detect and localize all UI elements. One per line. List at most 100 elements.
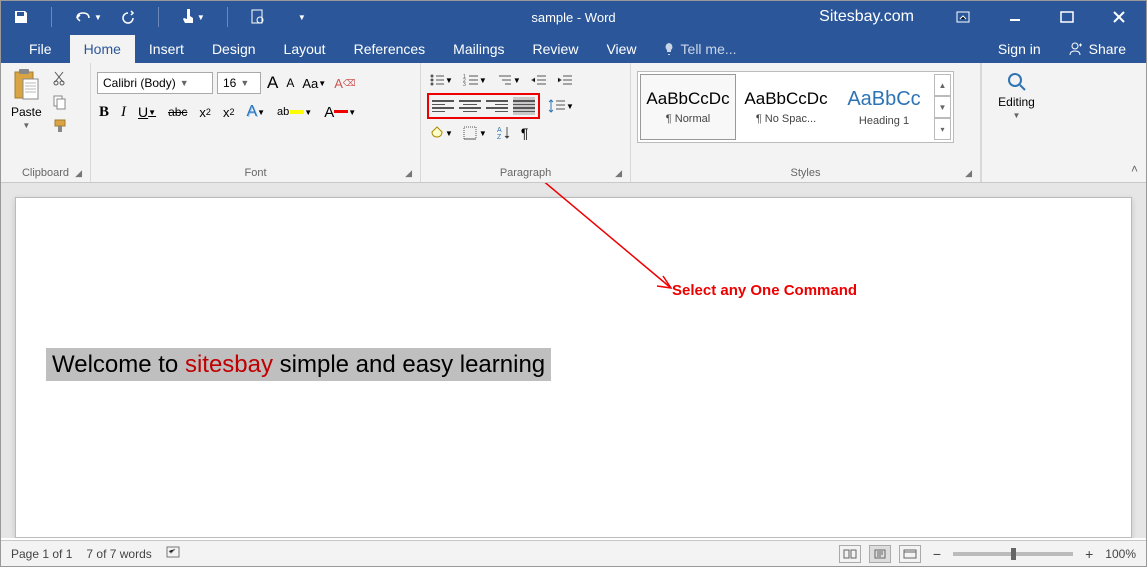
zoom-out-button[interactable]: − <box>929 546 945 562</box>
shading-button[interactable]: ▼ <box>427 124 455 142</box>
read-mode-icon[interactable] <box>839 545 861 563</box>
tab-review[interactable]: Review <box>519 35 593 63</box>
group-font: Calibri (Body)▼ 16▼ A A Aa▼ A⌫ B I U▼ ab… <box>91 63 421 182</box>
print-layout-icon[interactable] <box>869 545 891 563</box>
align-justify-button[interactable] <box>513 97 535 115</box>
font-label: Font◢ <box>97 165 414 182</box>
collapse-ribbon-icon[interactable]: ˄ <box>1131 162 1138 176</box>
styles-down-icon[interactable]: ▼ <box>935 96 951 118</box>
font-name-combo[interactable]: Calibri (Body)▼ <box>97 72 213 94</box>
zoom-thumb[interactable] <box>1011 548 1016 560</box>
line-spacing-button[interactable]: ▼ <box>546 96 576 116</box>
share-button[interactable]: Share <box>1057 35 1136 63</box>
close-icon[interactable] <box>1102 3 1136 31</box>
tab-home[interactable]: Home <box>70 35 135 63</box>
paragraph-launcher-icon[interactable]: ◢ <box>615 168 622 179</box>
proofing-icon[interactable] <box>166 545 182 562</box>
italic-button[interactable]: I <box>119 102 128 123</box>
highlight-button[interactable]: ab▼ <box>275 104 314 120</box>
increase-indent-button[interactable] <box>555 71 575 89</box>
title-right: Sitesbay.com <box>819 3 1146 31</box>
tab-file[interactable]: File <box>15 35 70 63</box>
touch-mode-icon[interactable]: ▼ <box>181 9 205 25</box>
text-effects-button[interactable]: A▼ <box>244 101 267 123</box>
minimize-icon[interactable] <box>998 3 1032 31</box>
grow-font-button[interactable]: A <box>265 71 280 95</box>
clipboard-label: Clipboard◢ <box>7 165 84 182</box>
quick-access-toolbar: ▼ ▼ ▼ <box>1 7 306 27</box>
clipboard-launcher-icon[interactable]: ◢ <box>75 168 82 179</box>
bold-button[interactable]: B <box>97 102 111 123</box>
align-left-button[interactable] <box>432 97 454 115</box>
style-no-spacing[interactable]: AaBbCcDc ¶ No Spac... <box>738 74 834 140</box>
web-layout-icon[interactable] <box>899 545 921 563</box>
styles-scroll: ▲ ▼ ▾ <box>934 74 951 140</box>
styles-up-icon[interactable]: ▲ <box>935 74 951 96</box>
font-size-combo[interactable]: 16▼ <box>217 72 261 94</box>
customize-qat-icon[interactable]: ▼ <box>298 13 306 22</box>
change-case-button[interactable]: Aa▼ <box>300 74 328 93</box>
tab-view[interactable]: View <box>592 35 650 63</box>
styles-launcher-icon[interactable]: ◢ <box>965 168 972 179</box>
copy-button[interactable] <box>50 93 70 111</box>
style-normal[interactable]: AaBbCcDc ¶ Normal <box>640 74 736 140</box>
strike-button[interactable]: abc <box>166 103 189 121</box>
align-center-button[interactable] <box>459 97 481 115</box>
bullets-button[interactable]: ▼ <box>427 71 455 89</box>
save-icon[interactable] <box>13 9 29 25</box>
subscript-button[interactable]: x2 <box>197 103 213 122</box>
group-clipboard: Paste ▼ Clipboard◢ <box>1 63 91 182</box>
format-painter-button[interactable] <box>50 117 70 135</box>
sort-button[interactable]: AZ <box>495 123 513 143</box>
multilevel-button[interactable]: ▼ <box>495 71 523 89</box>
show-marks-button[interactable]: ¶ <box>519 123 531 143</box>
share-label: Share <box>1089 41 1126 57</box>
redo-icon[interactable] <box>120 10 136 24</box>
align-right-button[interactable] <box>486 97 508 115</box>
numbering-button[interactable]: 123▼ <box>461 71 489 89</box>
zoom-level[interactable]: 100% <box>1105 547 1136 561</box>
ribbon: Paste ▼ Clipboard◢ Calibri (Body)▼ 16▼ A… <box>1 63 1146 183</box>
document-page[interactable]: Select any One Command Welcome to sitesb… <box>15 197 1132 538</box>
style-heading1[interactable]: AaBbCc Heading 1 <box>836 74 932 140</box>
shrink-font-button[interactable]: A <box>284 74 296 92</box>
alignment-highlight-box <box>427 93 540 119</box>
decrease-indent-button[interactable] <box>529 71 549 89</box>
tell-me-search[interactable]: Tell me... <box>651 35 749 63</box>
underline-button[interactable]: U▼ <box>136 102 158 122</box>
share-icon <box>1067 41 1083 57</box>
tab-design[interactable]: Design <box>198 35 270 63</box>
cut-icon <box>52 70 68 86</box>
group-styles: AaBbCcDc ¶ Normal AaBbCcDc ¶ No Spac... … <box>631 63 981 182</box>
word-count[interactable]: 7 of 7 words <box>86 547 151 561</box>
font-launcher-icon[interactable]: ◢ <box>405 168 412 179</box>
borders-button[interactable]: ▼ <box>461 124 489 142</box>
print-preview-icon[interactable] <box>250 9 264 25</box>
paste-label: Paste <box>11 105 42 119</box>
tab-insert[interactable]: Insert <box>135 35 198 63</box>
group-editing: Editing ▼ <box>981 63 1051 182</box>
undo-icon[interactable]: ▼ <box>74 10 102 24</box>
selected-text[interactable]: Welcome to sitesbay simple and easy lear… <box>46 348 551 381</box>
tab-references[interactable]: References <box>340 35 440 63</box>
font-color-button[interactable]: A▼ <box>322 102 358 123</box>
title-bar: ▼ ▼ ▼ sample - Word Sitesbay.com <box>1 1 1146 33</box>
tab-layout[interactable]: Layout <box>270 35 340 63</box>
styles-label: Styles◢ <box>637 165 974 182</box>
zoom-slider[interactable] <box>953 552 1073 556</box>
tab-mailings[interactable]: Mailings <box>439 35 518 63</box>
separator <box>158 7 159 27</box>
styles-more-icon[interactable]: ▾ <box>935 118 951 140</box>
zoom-in-button[interactable]: + <box>1081 546 1097 562</box>
cut-button[interactable] <box>50 69 70 87</box>
sign-in-button[interactable]: Sign in <box>986 35 1053 63</box>
ribbon-display-icon[interactable] <box>946 3 980 31</box>
page-number[interactable]: Page 1 of 1 <box>11 547 72 561</box>
maximize-icon[interactable] <box>1050 3 1084 31</box>
editing-button[interactable]: Editing ▼ <box>988 67 1045 124</box>
superscript-button[interactable]: x2 <box>221 103 237 122</box>
styles-gallery: AaBbCcDc ¶ Normal AaBbCcDc ¶ No Spac... … <box>637 71 954 143</box>
separator <box>51 7 52 27</box>
clear-format-button[interactable]: A⌫ <box>332 74 357 93</box>
paste-button[interactable]: Paste ▼ <box>7 67 46 132</box>
